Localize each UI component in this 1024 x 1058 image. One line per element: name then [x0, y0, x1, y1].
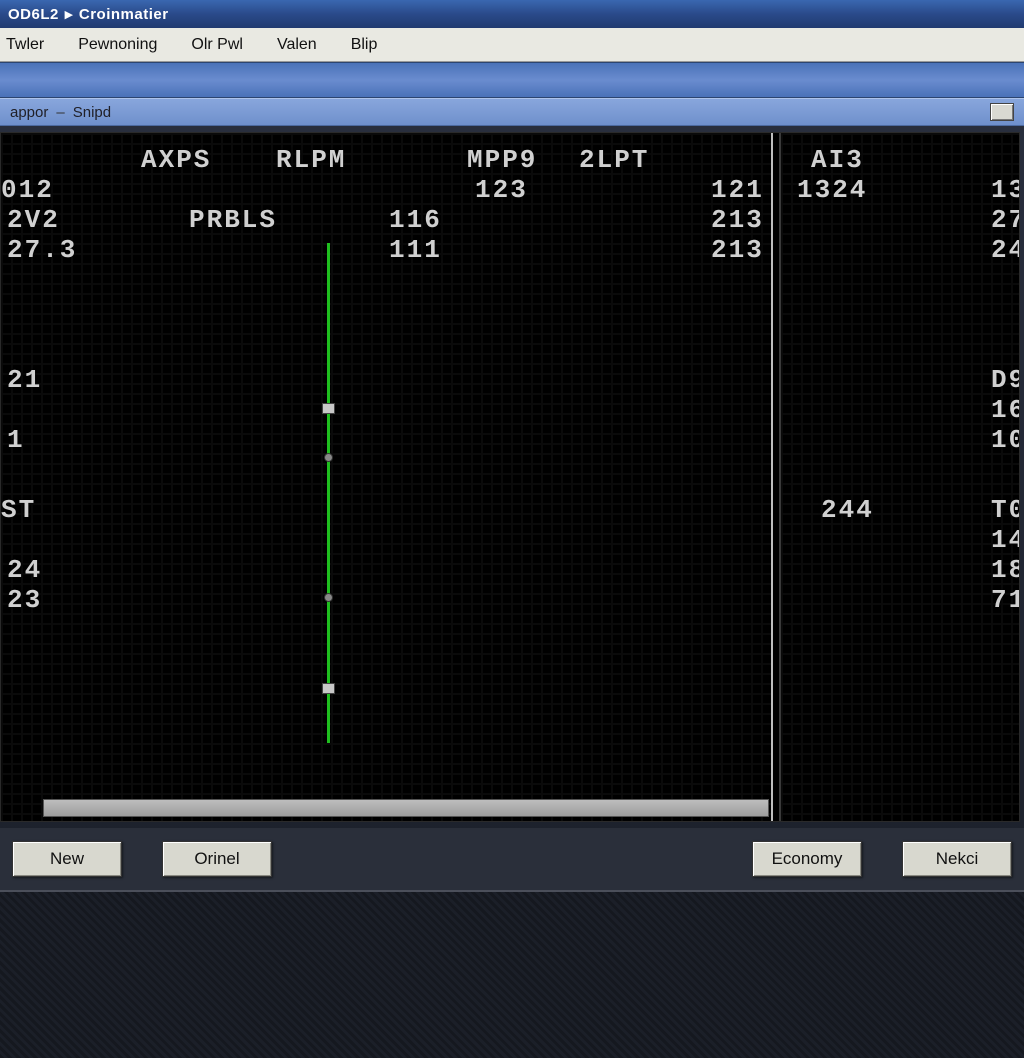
nekci-button[interactable]: Nekci — [902, 841, 1012, 877]
toolbar-strip — [0, 62, 1024, 98]
col1-g2b: 24 — [7, 555, 42, 585]
header-2lpt: 2LPT — [579, 145, 649, 175]
footer-area — [0, 890, 1024, 1058]
subheader-separator-icon: – — [56, 104, 64, 121]
col3-b: 111 — [389, 235, 442, 265]
new-button[interactable]: New — [12, 841, 122, 877]
col1-a: 012 — [1, 175, 54, 205]
horizontal-scrollbar[interactable] — [43, 799, 769, 817]
menu-olr-pwl[interactable]: Olr Pwl — [191, 36, 243, 54]
col1-g1b: 1 — [7, 425, 25, 455]
economy-button[interactable]: Economy — [752, 841, 862, 877]
r-colL-mid: 244 — [821, 495, 874, 525]
subheader-collapse-button[interactable] — [990, 103, 1014, 121]
menu-pewnoning[interactable]: Pewnoning — [78, 36, 157, 54]
menu-twler[interactable]: Twler — [6, 36, 44, 54]
r-colR-g1a: D9 — [991, 365, 1020, 395]
title-bar: OD6L2 ▸ Croinmatier — [0, 0, 1024, 28]
vertical-slider-track[interactable] — [327, 243, 330, 743]
header-axps: AXPS — [141, 145, 211, 175]
document-name: Croinmatier — [79, 6, 169, 23]
app-name: OD6L2 — [8, 6, 59, 23]
col5-c: 213 — [711, 235, 764, 265]
r-colR-g2c: 18 — [991, 555, 1020, 585]
r-colR-g2b: 14 — [991, 525, 1020, 555]
r-colR-g2a: T0 — [991, 495, 1020, 525]
r-colL-a: 1324 — [797, 175, 867, 205]
sub-header: appor – Snipd — [0, 98, 1024, 126]
header-ai3: AI3 — [811, 145, 864, 175]
col1-g1a: 21 — [7, 365, 42, 395]
r-colR-c: 24 — [991, 235, 1020, 265]
data-viewport: AXPS RLPM MPP9 2LPT PRBLS 012 2V2 27.3 2… — [0, 132, 1020, 822]
r-colR-g2d: 71 — [991, 585, 1020, 615]
slider-marker-icon — [324, 593, 333, 602]
col4-a: 123 — [475, 175, 528, 205]
col1-b: 2V2 — [7, 205, 60, 235]
r-colR-g1c: 10 — [991, 425, 1020, 455]
subheader-right[interactable]: Snipd — [73, 104, 111, 121]
header-prbls: PRBLS — [189, 205, 277, 235]
slider-handle-bottom[interactable] — [322, 683, 335, 694]
col1-g2c: 23 — [7, 585, 42, 615]
col3-a: 116 — [389, 205, 442, 235]
menu-valen[interactable]: Valen — [277, 36, 317, 54]
r-colR-g1b: 16 — [991, 395, 1020, 425]
col1-c: 27.3 — [7, 235, 77, 265]
header-mpp9: MPP9 — [467, 145, 537, 175]
pane-divider[interactable] — [771, 133, 781, 821]
header-rlpm: RLPM — [276, 145, 346, 175]
col5-a: 121 — [711, 175, 764, 205]
r-colR-a: 13 — [991, 175, 1020, 205]
r-colR-b: 27 — [991, 205, 1020, 235]
col5-b: 213 — [711, 205, 764, 235]
title-separator-icon: ▸ — [65, 5, 73, 23]
menu-bar: Twler Pewnoning Olr Pwl Valen Blip — [0, 28, 1024, 62]
bottom-button-bar: New Orinel Economy Nekci — [0, 828, 1024, 890]
slider-marker-icon — [324, 453, 333, 462]
viewport-container: AXPS RLPM MPP9 2LPT PRBLS 012 2V2 27.3 2… — [0, 126, 1024, 828]
col1-g2a: ST — [1, 495, 36, 525]
slider-handle-top[interactable] — [322, 403, 335, 414]
orinel-button[interactable]: Orinel — [162, 841, 272, 877]
subheader-left[interactable]: appor — [10, 104, 48, 121]
menu-blip[interactable]: Blip — [351, 36, 378, 54]
